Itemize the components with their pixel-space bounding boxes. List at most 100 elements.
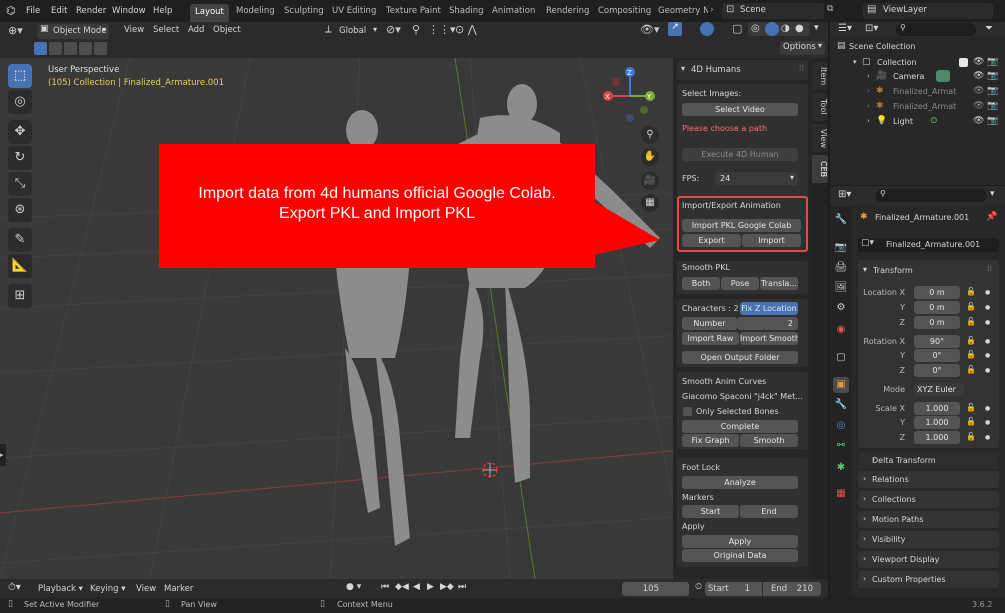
eye-icon[interactable]: 👁 (973, 114, 984, 129)
annotate-tool-icon[interactable]: ✎ (8, 228, 32, 252)
current-frame-field[interactable]: 105 (622, 582, 689, 596)
open-output-folder-button[interactable]: Open Output Folder (682, 351, 798, 364)
select-subtract-icon[interactable] (64, 42, 77, 55)
pin-icon[interactable]: 📌 (986, 212, 997, 222)
tab-modeling[interactable]: Modeling (231, 3, 280, 19)
number-field[interactable]: 2 (737, 317, 798, 330)
transform-label[interactable]: Transform (873, 266, 913, 275)
chevron-down-icon[interactable]: ▾ (990, 189, 995, 199)
tab-rendering[interactable]: Rendering (541, 3, 594, 19)
keyframe-dot-icon[interactable]: ● (985, 319, 990, 326)
marker-end-button[interactable]: End (740, 505, 798, 518)
keyframe-dot-icon[interactable]: ● (985, 419, 990, 426)
method-dropdown[interactable]: Giacomo Spaconi "j4ck" Met... (682, 392, 802, 401)
fix-z-location-button[interactable]: Fix Z Location (740, 302, 798, 315)
import-pkl-colab-button[interactable]: Import PKL Google Colab (682, 219, 801, 232)
scale-x-field[interactable]: 1.000 (914, 402, 960, 415)
proportional-edit-icon[interactable]: ⊙ ⋀ (455, 23, 477, 36)
keyframe-dot-icon[interactable]: ● (985, 405, 990, 412)
marker-start-button[interactable]: Start (682, 505, 739, 518)
drag-handle-icon[interactable]: ⁞⁞ (987, 264, 992, 273)
keyframe-dot-icon[interactable]: ● (985, 289, 990, 296)
lock-icon[interactable]: 🔓 (966, 317, 976, 326)
rotation-mode-dropdown[interactable]: XYZ Euler (914, 383, 964, 396)
select-video-button[interactable]: Select Video (682, 103, 798, 116)
scene-tab-icon[interactable]: ⚙ (833, 300, 849, 316)
copy-scene-icon[interactable]: ⧉ (827, 4, 833, 14)
camera-render-icon[interactable]: 📷 (987, 114, 998, 129)
lock-icon[interactable]: 🔓 (966, 403, 976, 412)
camera-render-icon[interactable]: 📷 (987, 55, 998, 70)
world-tab-icon[interactable]: ◉ (833, 322, 849, 338)
snap-icon[interactable]: ⚲ (412, 23, 420, 36)
outliner-row-armature-2[interactable]: › ✱ Finalized_Armat 👁 📷 (832, 99, 1005, 114)
tab-shading[interactable]: Shading (444, 3, 489, 19)
collapse-chevron-icon[interactable]: ▾ (863, 265, 867, 274)
output-tab-icon[interactable]: 🖨 (833, 260, 849, 276)
object-data-tab-icon[interactable]: ✱ (833, 460, 849, 476)
rotation-z-field[interactable]: 0° (914, 364, 960, 377)
expand-chevron-icon[interactable]: › (867, 69, 870, 84)
measure-tool-icon[interactable]: 📐 (8, 254, 32, 278)
fps-field[interactable]: 24 (715, 172, 798, 185)
end-frame-field[interactable]: End 210 (763, 582, 821, 596)
tab-sculpting[interactable]: Sculpting (279, 3, 329, 19)
outliner-search-input[interactable]: ⚲ (896, 23, 976, 36)
outliner-row-collection[interactable]: ▾ ▢ Collection 👁 📷 (832, 55, 1005, 70)
import-button[interactable]: Import (742, 234, 801, 247)
lock-icon[interactable]: 🔓 (966, 350, 976, 359)
lock-icon[interactable]: 🔓 (966, 336, 976, 345)
translation-button[interactable]: Transla... (760, 277, 798, 290)
tab-texture-paint[interactable]: Texture Paint (381, 3, 446, 19)
prev-keyframe-icon[interactable]: ◆◀ (395, 582, 409, 592)
keyframe-dot-icon[interactable]: ● (985, 352, 990, 359)
eye-icon[interactable]: 👁 (973, 55, 984, 70)
menu-help[interactable]: Help (153, 0, 172, 22)
checkbox-checked-icon[interactable] (959, 58, 968, 67)
visibility-section[interactable]: Visibility (858, 531, 999, 548)
viewport-menu-view[interactable]: View (124, 25, 144, 35)
original-data-button[interactable]: Original Data (682, 549, 798, 562)
lock-icon[interactable]: 🔓 (966, 287, 976, 296)
collection-tab-icon[interactable]: ▢ (833, 350, 849, 366)
timeline-editor-icon[interactable]: ⏱▾ (8, 582, 21, 593)
preview-range-icon[interactable]: ⏲ (695, 582, 702, 592)
delta-transform-section[interactable]: Delta Transform (858, 452, 999, 469)
expand-chevron-icon[interactable]: › (867, 99, 870, 114)
complete-button[interactable]: Complete (682, 420, 798, 433)
physics-tab-icon[interactable]: ◎ (833, 418, 849, 434)
camera-render-icon[interactable]: 📷 (987, 69, 998, 84)
select-box-tool-icon[interactable]: ⬚ (8, 64, 32, 88)
expand-chevron-icon[interactable]: › (867, 114, 870, 129)
viewport-display-section[interactable]: Viewport Display (858, 551, 999, 568)
play-reverse-icon[interactable]: ◀ (413, 582, 420, 592)
scene-collection-label[interactable]: Scene Collection (849, 42, 916, 51)
solid-shading-icon[interactable] (765, 22, 779, 36)
tab-ceb[interactable]: CEB (812, 155, 828, 183)
transform-tool-icon[interactable]: ⊛ (8, 198, 32, 222)
blender-logo-icon[interactable]: ⌬ (6, 0, 16, 22)
eye-icon[interactable]: 👁 (973, 69, 984, 84)
export-button[interactable]: Export (682, 234, 741, 247)
visibility-icon[interactable]: 👁▾ (640, 23, 660, 36)
fix-graph-button[interactable]: Fix Graph (682, 434, 739, 447)
keyframe-dot-icon[interactable]: ● (985, 338, 990, 345)
outliner-row-armature-1[interactable]: › ✱ Finalized_Armat 👁 📷 (832, 84, 1005, 99)
select-intersect-icon[interactable] (94, 42, 107, 55)
lock-icon[interactable]: 🔓 (966, 365, 976, 374)
expand-chevron-icon[interactable]: ▾ (853, 55, 857, 70)
tab-compositing[interactable]: Compositing (593, 3, 656, 19)
material-shading-icon[interactable]: ◑ (781, 23, 790, 34)
tab-tool[interactable]: Tool (812, 93, 828, 121)
rendered-shading-icon[interactable]: ● (795, 23, 804, 34)
gizmo-toggle-icon[interactable]: ↗ (668, 22, 682, 36)
tool-settings-tab-icon[interactable]: 🔧 (833, 212, 849, 228)
tab-geometry-nodes[interactable]: Geometry No (653, 3, 708, 19)
editor-type-icon[interactable]: ⊕▾ (8, 24, 23, 37)
filter-icon[interactable]: ⏷ (985, 23, 993, 34)
outliner-editor-icon[interactable]: ☰▾ (838, 23, 852, 34)
pose-button[interactable]: Pose (721, 277, 759, 290)
start-frame-field[interactable]: Start 1 (705, 582, 762, 596)
move-tool-icon[interactable]: ✥ (8, 120, 32, 144)
keyframe-dot-icon[interactable]: ● (985, 367, 990, 374)
